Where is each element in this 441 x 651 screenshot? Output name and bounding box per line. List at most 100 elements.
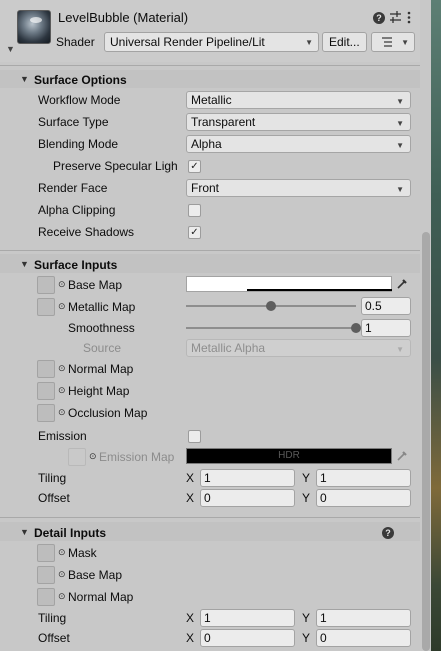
- alpha-clipping-label: Alpha Clipping: [38, 203, 116, 217]
- object-picker-icon[interactable]: ⊙: [58, 569, 66, 580]
- alpha-bar: [247, 289, 392, 291]
- offset-x-field[interactable]: 0: [200, 489, 295, 507]
- sliders-icon[interactable]: [389, 11, 402, 24]
- foldout-arrow-icon[interactable]: ▼: [20, 74, 29, 84]
- height-map-label: Height Map: [68, 384, 130, 398]
- object-picker-icon[interactable]: ⊙: [58, 363, 66, 374]
- emission-map-texture-slot: [68, 448, 86, 466]
- divider: [0, 65, 420, 66]
- surface-type-label: Surface Type: [38, 115, 109, 129]
- mask-label: Mask: [68, 546, 97, 560]
- base-map-label: Base Map: [68, 278, 123, 292]
- detail-tiling-label: Tiling: [38, 611, 67, 625]
- chevron-down-icon: ▼: [396, 119, 404, 128]
- tiling-x-field[interactable]: 1: [200, 469, 295, 487]
- blending-mode-value: Alpha: [191, 137, 222, 151]
- detail-base-map-texture-slot[interactable]: [37, 566, 55, 584]
- section-title-detail-inputs: Detail Inputs: [34, 526, 107, 540]
- render-face-label: Render Face: [38, 181, 108, 195]
- workflow-mode-label: Workflow Mode: [38, 93, 121, 107]
- render-face-value: Front: [191, 181, 220, 195]
- object-picker-icon[interactable]: ⊙: [58, 301, 66, 312]
- occlusion-map-texture-slot[interactable]: [37, 404, 55, 422]
- blending-mode-label: Blending Mode: [38, 137, 119, 151]
- material-title: LevelBubble (Material): [58, 10, 189, 25]
- normal-map-texture-slot[interactable]: [37, 360, 55, 378]
- alpha-clipping-checkbox[interactable]: [188, 204, 201, 217]
- base-map-texture-slot[interactable]: [37, 276, 55, 294]
- detail-tiling-y-label: Y: [302, 611, 311, 625]
- preserve-specular-checkbox[interactable]: ✓: [188, 160, 201, 173]
- smoothness-slider-track[interactable]: [186, 327, 356, 329]
- detail-offset-x-label: X: [186, 631, 195, 645]
- foldout-arrow-icon[interactable]: ▼: [20, 259, 29, 269]
- material-preview-thumbnail[interactable]: [17, 10, 51, 44]
- workflow-mode-dropdown[interactable]: Metallic ▼: [186, 91, 411, 109]
- eyedropper-icon[interactable]: [396, 278, 408, 290]
- detail-offset-y-field[interactable]: 0: [316, 629, 411, 647]
- hdr-label: HDR: [278, 450, 300, 461]
- detail-offset-y-label: Y: [302, 631, 311, 645]
- render-face-dropdown[interactable]: Front ▼: [186, 179, 411, 197]
- tiling-y-field[interactable]: 1: [316, 469, 411, 487]
- offset-x-label: X: [186, 491, 195, 505]
- chevron-down-icon: ▼: [396, 141, 404, 150]
- question-circle-icon[interactable]: ?: [373, 12, 385, 24]
- receive-shadows-label: Receive Shadows: [38, 225, 135, 239]
- receive-shadows-checkbox[interactable]: ✓: [188, 226, 201, 239]
- vertical-scrollbar[interactable]: [422, 232, 430, 651]
- detail-tiling-x-label: X: [186, 611, 195, 625]
- preview-highlight: [30, 17, 42, 23]
- foldout-arrow-icon[interactable]: ▼: [20, 527, 29, 537]
- divider: [0, 250, 420, 251]
- tiling-label: Tiling: [38, 471, 67, 485]
- chevron-down-icon: ▼: [396, 185, 404, 194]
- shader-label: Shader: [56, 35, 95, 49]
- metallic-map-texture-slot[interactable]: [37, 298, 55, 316]
- detail-tiling-x-field[interactable]: 1: [200, 609, 295, 627]
- detail-offset-x-field[interactable]: 0: [200, 629, 295, 647]
- offset-y-label: Y: [302, 491, 311, 505]
- surface-type-dropdown[interactable]: Transparent ▼: [186, 113, 411, 131]
- shader-options-button[interactable]: ▼: [371, 32, 415, 52]
- object-picker-icon[interactable]: ⊙: [58, 385, 66, 396]
- emission-checkbox[interactable]: [188, 430, 201, 443]
- emission-map-label: Emission Map: [99, 450, 175, 464]
- object-picker-icon[interactable]: ⊙: [58, 407, 66, 418]
- object-picker-icon: ⊙: [89, 451, 97, 461]
- shader-dropdown[interactable]: Universal Render Pipeline/Lit ▼: [104, 32, 319, 52]
- smoothness-slider-handle[interactable]: [351, 323, 361, 333]
- tiling-x-label: X: [186, 471, 195, 485]
- metallic-value-field[interactable]: 0.5: [361, 297, 411, 315]
- section-title-surface-options: Surface Options: [34, 73, 127, 87]
- height-map-texture-slot[interactable]: [37, 382, 55, 400]
- eyedropper-icon: [397, 451, 407, 461]
- metallic-slider-handle[interactable]: [266, 301, 276, 311]
- question-circle-icon[interactable]: ?: [382, 527, 394, 539]
- header-foldout-arrow[interactable]: ▼: [6, 44, 15, 54]
- occlusion-map-label: Occlusion Map: [68, 406, 148, 420]
- object-picker-icon[interactable]: ⊙: [58, 279, 66, 290]
- preserve-specular-label: Preserve Specular Ligh: [53, 159, 178, 173]
- shader-value: Universal Render Pipeline/Lit: [110, 35, 265, 49]
- edit-shader-button[interactable]: Edit...: [322, 32, 367, 52]
- detail-normal-map-texture-slot[interactable]: [37, 588, 55, 606]
- object-picker-icon[interactable]: ⊙: [58, 547, 66, 558]
- detail-tiling-y-field[interactable]: 1: [316, 609, 411, 627]
- source-value: Metallic Alpha: [191, 341, 266, 355]
- detail-offset-label: Offset: [38, 631, 70, 645]
- offset-y-field[interactable]: 0: [316, 489, 411, 507]
- chevron-down-icon: ▼: [396, 345, 404, 354]
- detail-normal-map-label: Normal Map: [68, 590, 134, 604]
- tiling-y-label: Y: [302, 471, 311, 485]
- smoothness-value-field[interactable]: 1: [361, 319, 411, 337]
- mask-texture-slot[interactable]: [37, 544, 55, 562]
- kebab-menu-icon[interactable]: [406, 11, 412, 24]
- blending-mode-dropdown[interactable]: Alpha ▼: [186, 135, 411, 153]
- emission-label: Emission: [38, 429, 87, 443]
- object-picker-icon[interactable]: ⊙: [58, 591, 66, 602]
- emission-color-field: HDR: [186, 448, 392, 464]
- chevron-down-icon: ▼: [396, 97, 404, 106]
- section-title-surface-inputs: Surface Inputs: [34, 258, 118, 272]
- base-map-color-field[interactable]: [186, 276, 392, 292]
